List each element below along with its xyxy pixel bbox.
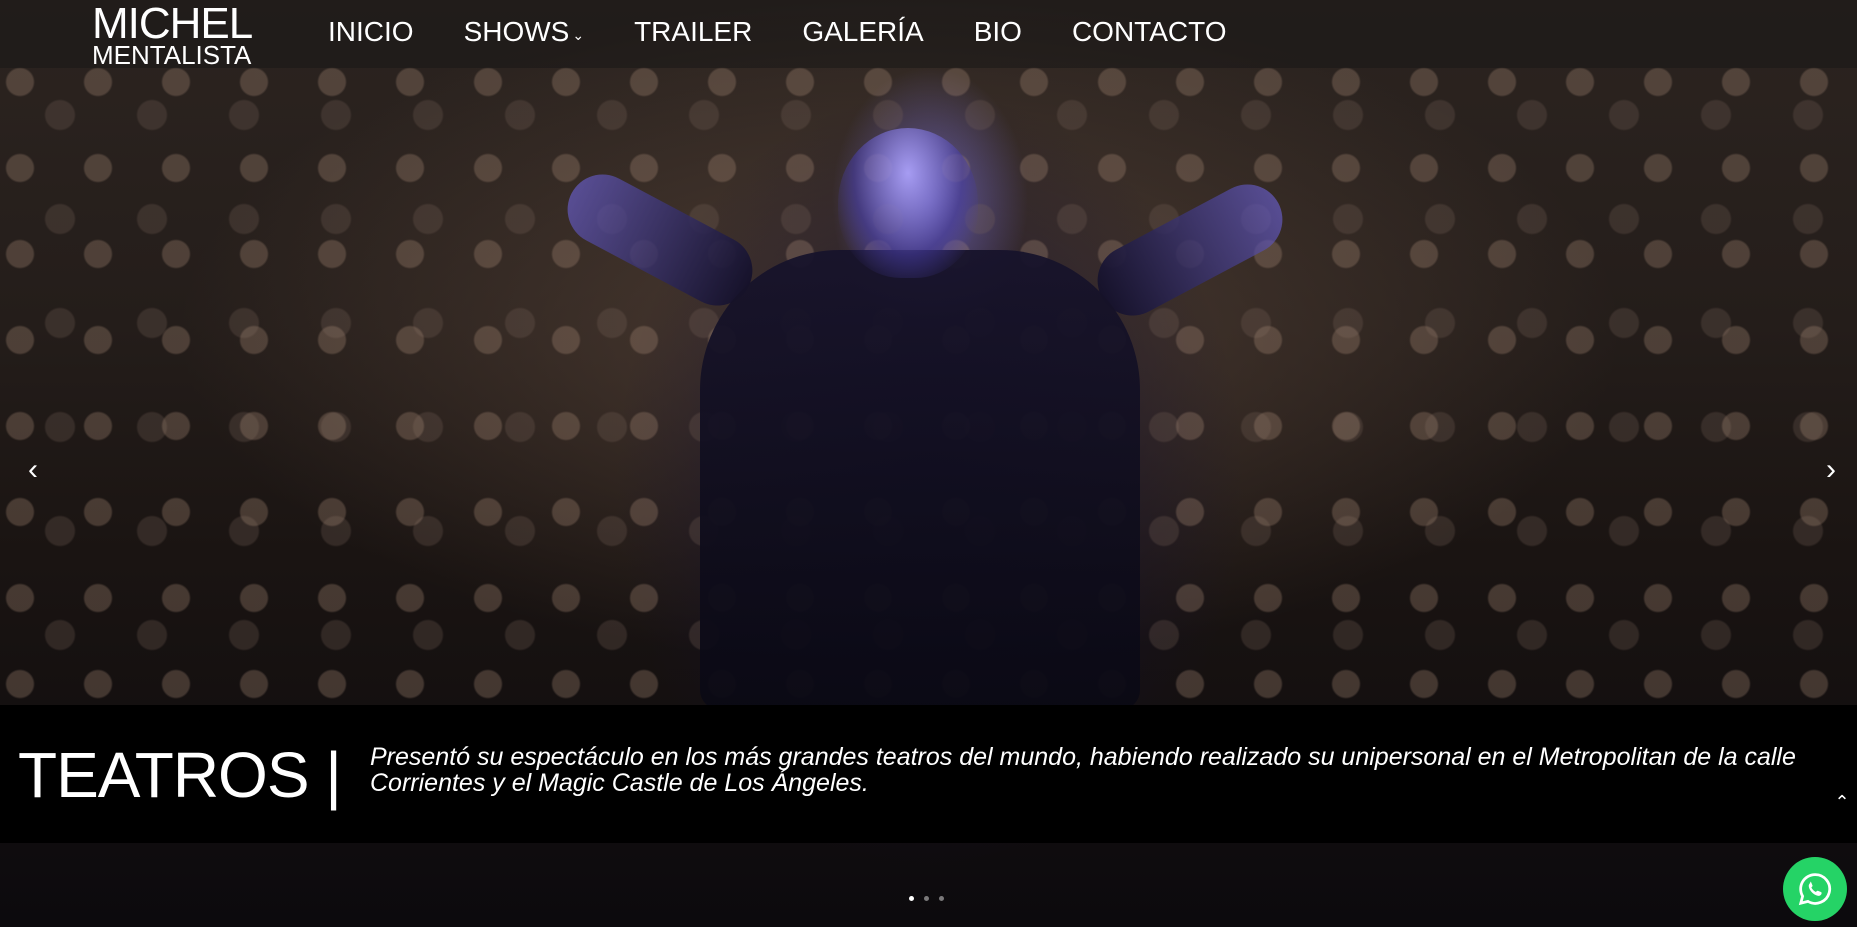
slide-title: TEATROS |: [18, 739, 342, 811]
chevron-right-icon[interactable]: ›: [1816, 455, 1846, 485]
nav-item-shows[interactable]: SHOWS ⌄: [464, 16, 585, 48]
nav-label: SHOWS: [463, 16, 570, 47]
main-nav: INICIO SHOWS ⌄ TRAILER GALERÍA BIO CONTAC…: [328, 12, 1276, 52]
whatsapp-button[interactable]: [1783, 857, 1847, 921]
logo-line-2: MENTALISTA: [92, 40, 252, 70]
nav-item-bio[interactable]: BIO: [974, 16, 1022, 48]
performer-silhouette: [700, 250, 1140, 710]
slider-dot[interactable]: [939, 896, 944, 901]
nav-item-galeria[interactable]: GALERÍA: [802, 16, 923, 48]
slider-dots: [909, 896, 944, 901]
nav-label: BIO: [973, 16, 1022, 47]
performer-head: [838, 128, 978, 278]
nav-item-contacto[interactable]: CONTACTO: [1072, 16, 1227, 48]
top-navbar: MICHEL MENTALISTA INICIO SHOWS ⌄ TRAILER …: [0, 0, 1857, 68]
whatsapp-icon: [1798, 873, 1832, 906]
nav-item-trailer[interactable]: TRAILER: [634, 16, 752, 48]
site-logo[interactable]: MICHEL MENTALISTA: [92, 2, 272, 70]
nav-label: TRAILER: [634, 16, 753, 47]
slide-description: Presentó su espectáculo en los más grand…: [370, 743, 1796, 797]
nav-label: CONTACTO: [1071, 16, 1227, 47]
chevron-up-icon[interactable]: ⌃: [1832, 792, 1852, 812]
nav-item-inicio[interactable]: INICIO: [328, 16, 414, 48]
slider-dot[interactable]: [924, 896, 929, 901]
slider-dot[interactable]: [909, 896, 914, 901]
chevron-down-icon: ⌄: [572, 26, 585, 43]
nav-label: INICIO: [328, 16, 414, 47]
chevron-left-icon[interactable]: ‹: [18, 455, 48, 485]
nav-label: GALERÍA: [802, 16, 924, 47]
